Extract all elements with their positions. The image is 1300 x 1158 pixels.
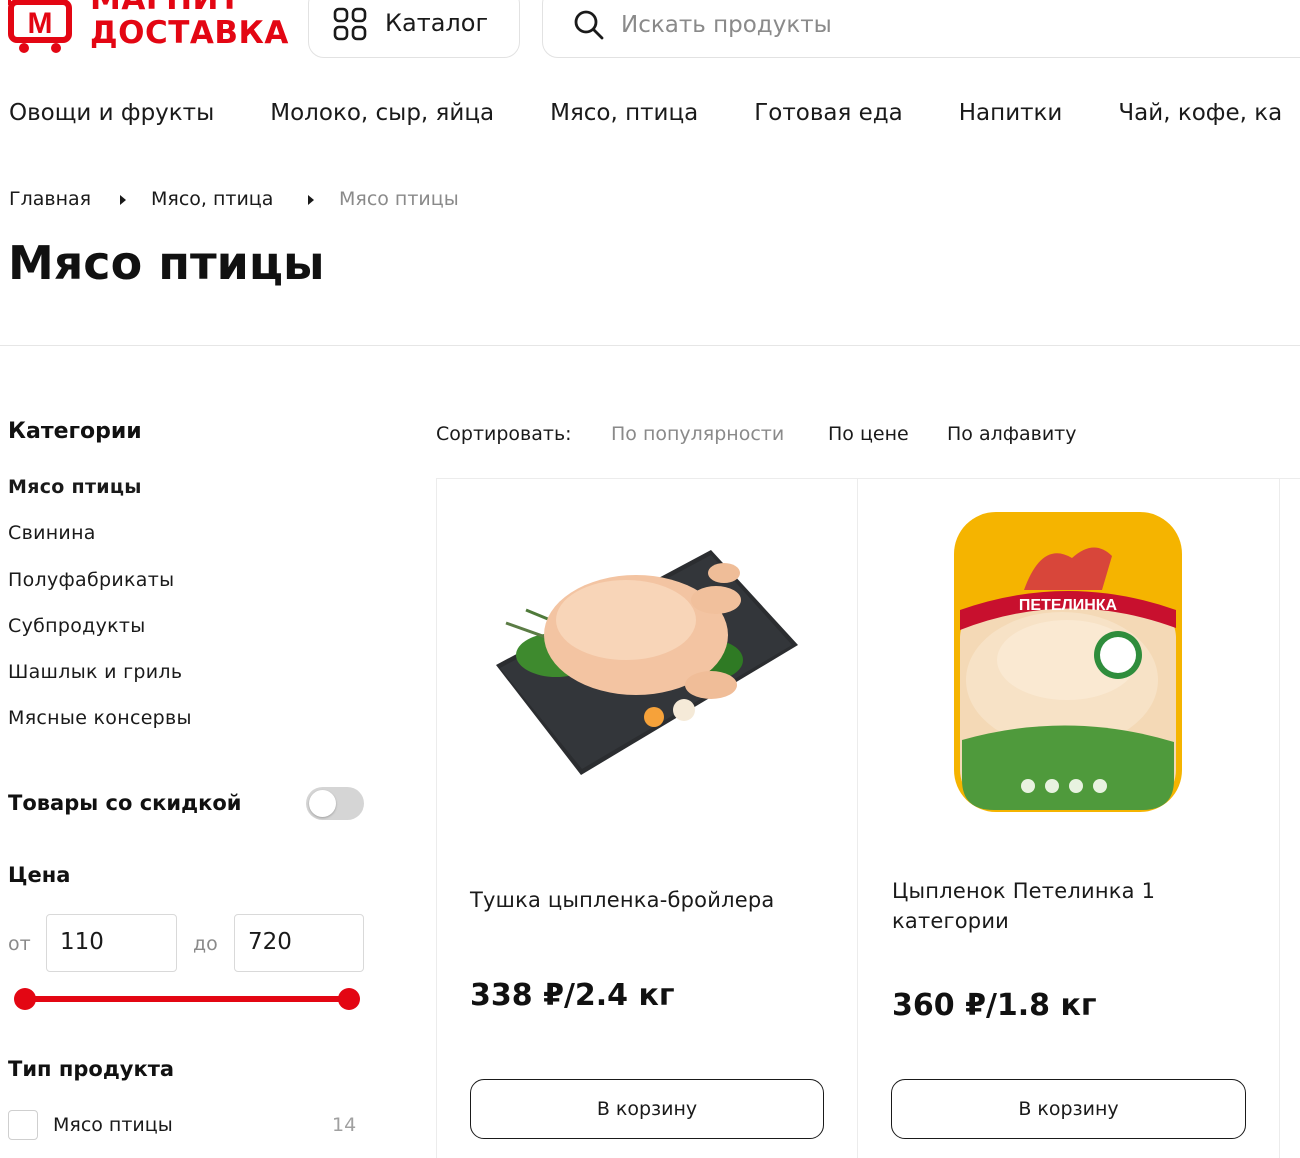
categories-title: Категории: [8, 419, 142, 444]
price-slider-track[interactable]: [24, 996, 348, 1002]
sort-popularity[interactable]: По популярности: [611, 423, 784, 445]
product-type-label[interactable]: Мясо птицы: [53, 1114, 173, 1136]
page-title: Мясо птицы: [8, 236, 325, 290]
card-divider: [436, 478, 437, 1158]
price-title: Цена: [8, 863, 71, 887]
packaged-chicken-image[interactable]: ПЕТЕЛИНКА: [952, 510, 1184, 815]
catalog-button[interactable]: Каталог: [308, 0, 520, 58]
sort-label: Сортировать:: [436, 423, 572, 445]
logo-line-1: МАГНИТ: [90, 0, 289, 16]
sidebar-item-pork[interactable]: Свинина: [8, 522, 96, 544]
product-type-count: 14: [332, 1114, 357, 1136]
sidebar-item-semi-finished[interactable]: Полуфабрикаты: [8, 569, 174, 591]
sort-price[interactable]: По цене: [828, 423, 909, 445]
grid-divider: [436, 478, 1300, 479]
price-from-input[interactable]: 110: [46, 914, 177, 972]
nav-item-drinks[interactable]: Напитки: [959, 100, 1063, 126]
add-to-cart-button[interactable]: В корзину: [470, 1079, 824, 1139]
card-divider: [1279, 478, 1280, 1158]
price-slider-min-handle[interactable]: [14, 988, 36, 1010]
price-slider-max-handle[interactable]: [338, 988, 360, 1010]
price-to-input[interactable]: 720: [234, 914, 364, 972]
search-icon[interactable]: [573, 9, 605, 41]
product-price: 338 ₽/2.4 кг: [470, 978, 675, 1013]
logo-mark-letter: М: [28, 7, 53, 40]
nav-item-meat[interactable]: Мясо, птица: [550, 100, 698, 126]
package-brand: ПЕТЕЛИНКА: [1019, 597, 1118, 614]
sidebar-item-poultry[interactable]: Мясо птицы: [8, 476, 142, 498]
toggle-knob: [309, 790, 336, 817]
sidebar-item-grill[interactable]: Шашлык и гриль: [8, 661, 182, 683]
sort-alphabet[interactable]: По алфавиту: [947, 423, 1076, 445]
add-to-cart-button[interactable]: В корзину: [891, 1079, 1246, 1139]
category-nav: Овощи и фрукты Молоко, сыр, яйца Мясо, пти…: [9, 100, 1300, 126]
chevron-right-icon: [308, 195, 314, 205]
chevron-right-icon: [120, 195, 126, 205]
catalog-label: Каталог: [385, 9, 489, 37]
product-name[interactable]: Цыпленок Петелинка 1 категории: [892, 876, 1222, 936]
sidebar-item-offal[interactable]: Субпродукты: [8, 615, 146, 637]
search-input[interactable]: [621, 3, 1221, 47]
magnit-logo-icon: М: [8, 0, 72, 53]
price-from-label: от: [8, 933, 31, 955]
nav-item-dairy[interactable]: Молоко, сыр, яйца: [270, 100, 494, 126]
nav-item-ready-food[interactable]: Готовая еда: [754, 100, 903, 126]
breadcrumb-current: Мясо птицы: [339, 188, 459, 210]
discount-toggle[interactable]: [306, 787, 364, 820]
discount-label: Товары со скидкой: [8, 791, 242, 815]
nav-item-tea-coffee[interactable]: Чай, кофе, ка: [1118, 100, 1282, 126]
breadcrumb-meat[interactable]: Мясо, птица: [151, 188, 273, 210]
price-to-label: до: [193, 933, 218, 955]
logo-text: МАГНИТ ДОСТАВКА: [90, 0, 289, 50]
nav-item-vegetables[interactable]: Овощи и фрукты: [9, 100, 214, 126]
product-price: 360 ₽/1.8 кг: [892, 988, 1097, 1023]
card-divider: [857, 478, 858, 1158]
search-box[interactable]: [542, 0, 1300, 58]
product-name[interactable]: Тушка цыпленка-бройлера: [470, 885, 830, 915]
divider: [0, 345, 1300, 346]
raw-chicken-on-slate-image[interactable]: [486, 535, 806, 785]
grid-icon: [333, 7, 367, 41]
breadcrumb-home[interactable]: Главная: [9, 188, 91, 210]
logo[interactable]: М МАГНИТ ДОСТАВКА: [8, 0, 288, 62]
product-type-checkbox[interactable]: [8, 1110, 38, 1140]
sidebar-item-canned[interactable]: Мясные консервы: [8, 707, 192, 729]
logo-line-2: ДОСТАВКА: [90, 15, 289, 51]
product-type-title: Тип продукта: [8, 1057, 175, 1081]
